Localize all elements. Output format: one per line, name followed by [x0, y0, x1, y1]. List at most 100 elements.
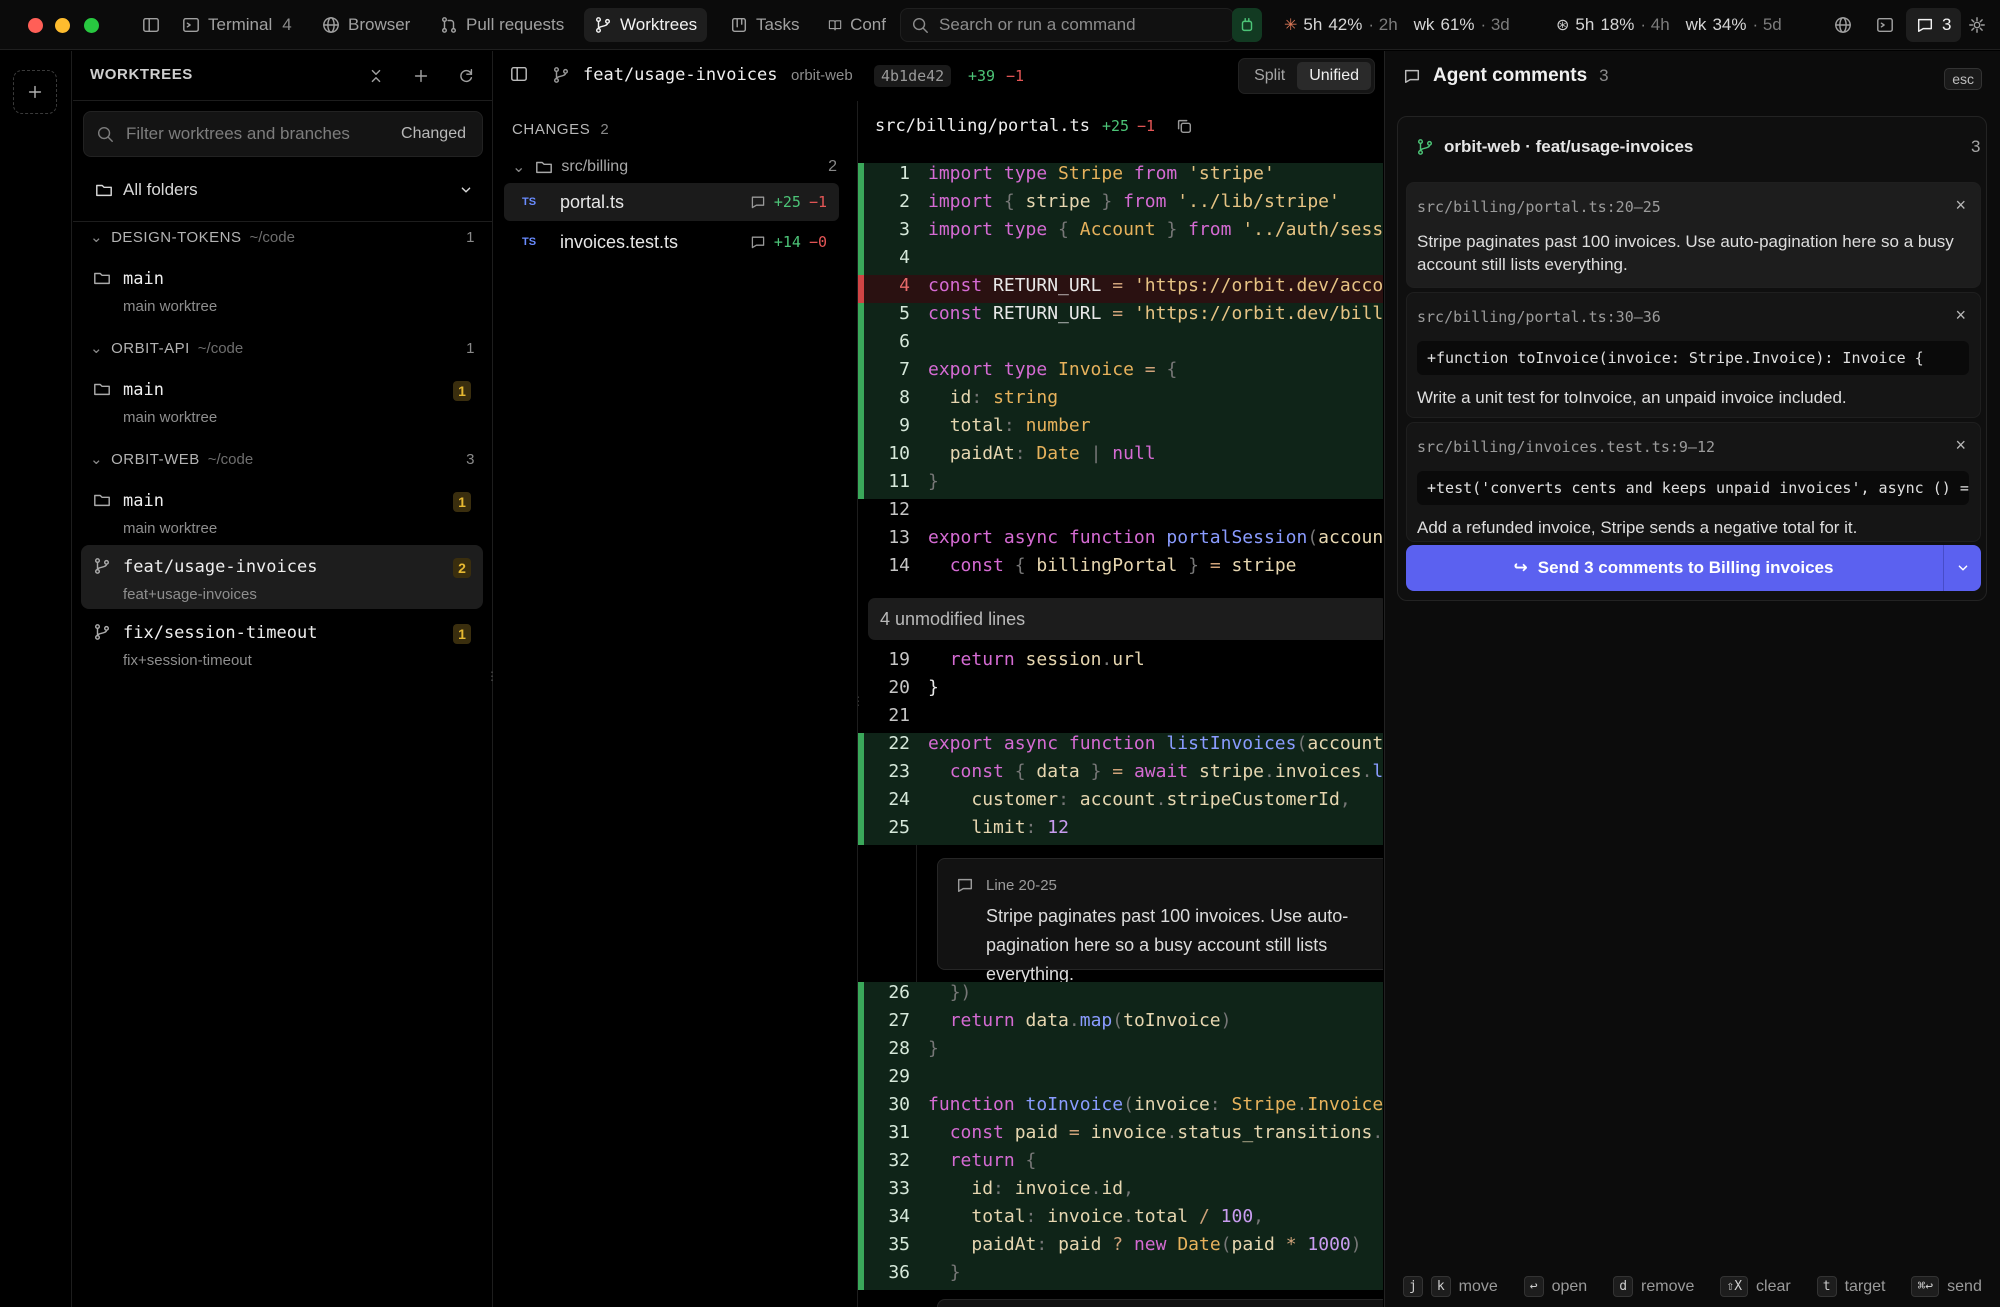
unified-view-button[interactable]: Unified: [1297, 62, 1371, 90]
folder-row[interactable]: ⌄ src/billing 2: [512, 157, 837, 177]
diff-line: 33 id: invoice.id,: [858, 1178, 1383, 1206]
chevron-down-icon: [461, 187, 471, 193]
inline-review-comment[interactable]: Line 20-25 Stripe paginates past 100 inv…: [937, 858, 1383, 984]
diff-line: 13 export async function portalSession(ac…: [888, 527, 1383, 548]
diff-line: 5 const RETURN_URL = 'https://orbit.dev/b…: [858, 303, 1383, 331]
split-view-button[interactable]: Split: [1242, 62, 1297, 90]
diff-line: 36 }: [858, 1262, 1383, 1290]
changes-header: CHANGES 2: [512, 121, 610, 138]
collapse-all-button[interactable]: [363, 63, 389, 89]
openai-icon: ⊛: [1556, 17, 1570, 34]
toggle-sidebar-button[interactable]: [132, 8, 170, 42]
agent-status-button[interactable]: [1232, 8, 1262, 42]
search-icon: [912, 17, 928, 33]
globe-button[interactable]: [1828, 8, 1858, 42]
zoom-window-button[interactable]: [84, 18, 99, 33]
comment-item[interactable]: src/billing/invoices.test.ts:9–12 × +tes…: [1406, 422, 1981, 542]
panel-header: Agent comments 3: [1403, 65, 1609, 87]
tab-conf[interactable]: Conf: [818, 8, 896, 42]
send-comments-button[interactable]: ↪ Send 3 comments to Billing invoices: [1406, 545, 1981, 591]
changes-badge: 1: [453, 381, 471, 401]
worktree-item[interactable]: fix/session-timeout fix+session-timeout …: [81, 611, 483, 675]
lines-added: +39: [968, 67, 996, 85]
folder-icon: [536, 161, 553, 174]
tab-pull-requests[interactable]: Pull requests: [430, 8, 574, 42]
close-window-button[interactable]: [28, 18, 43, 33]
tab-browser[interactable]: Browser: [312, 8, 420, 42]
remove-comment-icon[interactable]: ×: [1955, 195, 1966, 216]
plug-icon: [1241, 17, 1253, 32]
remove-comment-icon[interactable]: ×: [1955, 435, 1966, 456]
chevron-down-icon: [1958, 565, 1967, 571]
usage-meter-a: ✳ 5h 42% · 2h wk 61% · 3d: [1284, 15, 1510, 34]
diff-line: 29: [858, 1066, 1383, 1094]
diff-line: 23 const { data } = await stripe.invoice…: [858, 761, 1383, 789]
new-workspace-button[interactable]: [13, 70, 57, 114]
terminal-panel-button[interactable]: [1870, 8, 1900, 42]
group-orbit-web[interactable]: ⌄ ORBIT-WEB ~/code 3: [90, 444, 485, 474]
comment-item[interactable]: src/billing/portal.ts:30–36 × +function …: [1406, 292, 1981, 418]
remove-comment-icon[interactable]: ×: [1955, 305, 1966, 326]
refresh-button[interactable]: [453, 63, 479, 89]
filter-worktrees-input[interactable]: Filter worktrees and branches Changed: [83, 111, 483, 157]
comments-card: orbit-web · feat/usage-invoices 3 src/bi…: [1397, 116, 1987, 601]
diff-line: 25 limit: 12: [858, 817, 1383, 845]
comment-item[interactable]: src/billing/portal.ts:20–25 × Stripe pag…: [1406, 182, 1981, 288]
changed-file-item[interactable]: TS invoices.test.ts +14 −0: [504, 223, 839, 261]
sidebar-icon: [143, 17, 159, 33]
code-snippet: +function toInvoice(invoice: Stripe.Invo…: [1417, 341, 1969, 375]
worktree-item[interactable]: main main worktree: [81, 257, 483, 321]
diff-line: 35 paidAt: paid ? new Date(paid * 1000): [858, 1234, 1383, 1262]
tab-terminal[interactable]: Terminal 4: [172, 8, 302, 42]
worktree-item[interactable]: main main worktree 1: [81, 368, 483, 432]
folders-dropdown[interactable]: All folders: [95, 169, 475, 211]
diff-line: 21: [888, 705, 910, 726]
worktree-item-selected[interactable]: feat/usage-invoices feat+usage-invoices …: [81, 545, 483, 609]
minimize-window-button[interactable]: [55, 18, 70, 33]
branch-icon: [94, 624, 110, 640]
diff-line: 14 const { billingPortal } = stripe: [888, 555, 1297, 576]
terminal-icon: [183, 17, 199, 33]
group-design-tokens[interactable]: ⌄ DESIGN-TOKENS ~/code 1: [90, 222, 485, 252]
target-repo-header: orbit-web · feat/usage-invoices 3: [1416, 137, 1980, 157]
command-search[interactable]: Search or run a command: [900, 8, 1234, 42]
diff-line: 7 export type Invoice = {: [858, 359, 1383, 387]
worktree-item[interactable]: main main worktree 1: [81, 479, 483, 543]
copy-icon[interactable]: [1175, 117, 1193, 135]
diff-line: 4 const RETURN_URL = 'https://orbit.dev/a…: [858, 275, 1383, 303]
diff-line: 19 return session.url: [888, 649, 1145, 670]
changes-badge: 1: [453, 492, 471, 512]
code-snippet: +test('converts cents and keeps unpaid i…: [1417, 471, 1969, 505]
lines-removed: −1: [1006, 67, 1025, 85]
comment-icon: [751, 236, 765, 249]
workspace-rail: [0, 51, 72, 1307]
book-icon: [828, 20, 842, 31]
collapse-icon: [371, 69, 381, 83]
diff-line: 30 function toInvoice(invoice: Stripe.Inv…: [858, 1094, 1383, 1122]
diff-line: 31 const paid = invoice.status_transitio…: [858, 1122, 1383, 1150]
changed-filter-toggle[interactable]: Changed: [401, 125, 466, 143]
resize-handle[interactable]: ⋮: [486, 669, 498, 683]
diff-file-path: src/billing/portal.ts: [875, 116, 1090, 136]
add-worktree-button[interactable]: [408, 63, 434, 89]
worktrees-sidebar: WORKTREES Filter worktrees and branches …: [73, 51, 498, 1307]
chevron-down-icon: ⌄: [90, 229, 104, 246]
changes-badge: 2: [453, 558, 471, 578]
changes-badge: 1: [453, 624, 471, 644]
settings-button[interactable]: [1962, 8, 1998, 42]
tasks-icon: [731, 17, 747, 33]
tab-worktrees[interactable]: Worktrees: [584, 8, 708, 42]
expand-unmodified-lines[interactable]: 4 unmodified lines: [868, 598, 1383, 640]
group-orbit-api[interactable]: ⌄ ORBIT-API ~/code 1: [90, 333, 485, 363]
send-options-dropdown[interactable]: [1943, 545, 1981, 591]
tab-tasks[interactable]: Tasks: [720, 8, 809, 42]
sidebar-title: WORKTREES: [90, 66, 193, 83]
comment-icon: [957, 878, 973, 893]
agent-comments-toggle[interactable]: 3: [1906, 8, 1962, 42]
diff-view-toggle: Split Unified: [1238, 58, 1375, 94]
diff-line: 22 export async function listInvoices(acc…: [858, 733, 1383, 761]
search-icon: [97, 126, 113, 142]
close-panel-button[interactable]: esc: [1944, 68, 1982, 90]
changed-file-item[interactable]: TS portal.ts +25 −1: [504, 183, 839, 221]
diff-line: 26 }): [858, 982, 1383, 1010]
